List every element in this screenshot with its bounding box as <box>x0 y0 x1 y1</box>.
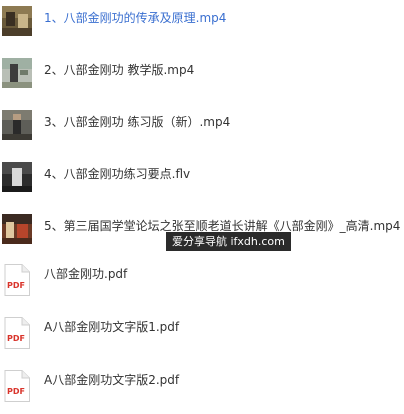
file-item-1[interactable]: 1、八部金刚功的传承及原理.mp4 <box>0 0 404 52</box>
pdf-icon-label: PDF <box>7 281 25 290</box>
video-thumbnail <box>2 6 32 36</box>
pdf-icon-label: PDF <box>7 387 25 396</box>
file-name: 2、八部金刚功 教学版.mp4 <box>44 63 195 77</box>
file-name: 4、八部金刚功练习要点.flv <box>44 167 191 181</box>
file-item-2[interactable]: 2、八部金刚功 教学版.mp4 <box>0 52 404 104</box>
pdf-file-icon: PDF <box>4 264 30 296</box>
video-thumbnail <box>2 110 32 140</box>
file-name: A八部金刚功文字版2.pdf <box>44 373 180 387</box>
pdf-icon-label: PDF <box>7 334 25 343</box>
file-list: 1、八部金刚功的传承及原理.mp4 2、八部金刚功 教学版.mp4 3、八部金刚… <box>0 0 404 402</box>
pdf-file-icon: PDF <box>4 370 30 402</box>
file-item-3[interactable]: 3、八部金刚功 练习版（新）.mp4 <box>0 104 404 156</box>
pdf-file-icon: PDF <box>4 317 30 349</box>
file-item-7[interactable]: PDF A八部金刚功文字版1.pdf <box>0 309 404 361</box>
file-name: 八部金刚功.pdf <box>44 267 128 281</box>
file-item-6[interactable]: PDF 八部金刚功.pdf <box>0 256 404 308</box>
file-item-4[interactable]: 4、八部金刚功练习要点.flv <box>0 156 404 208</box>
file-item-8[interactable]: PDF A八部金刚功文字版2.pdf <box>0 362 404 414</box>
file-name: A八部金刚功文字版1.pdf <box>44 320 180 334</box>
watermark-label: 爱分享导航 ifxdh.com <box>166 232 291 251</box>
video-thumbnail <box>2 214 32 244</box>
file-name: 3、八部金刚功 练习版（新）.mp4 <box>44 115 231 129</box>
video-thumbnail <box>2 162 32 192</box>
file-name: 1、八部金刚功的传承及原理.mp4 <box>44 11 227 25</box>
video-thumbnail <box>2 58 32 88</box>
